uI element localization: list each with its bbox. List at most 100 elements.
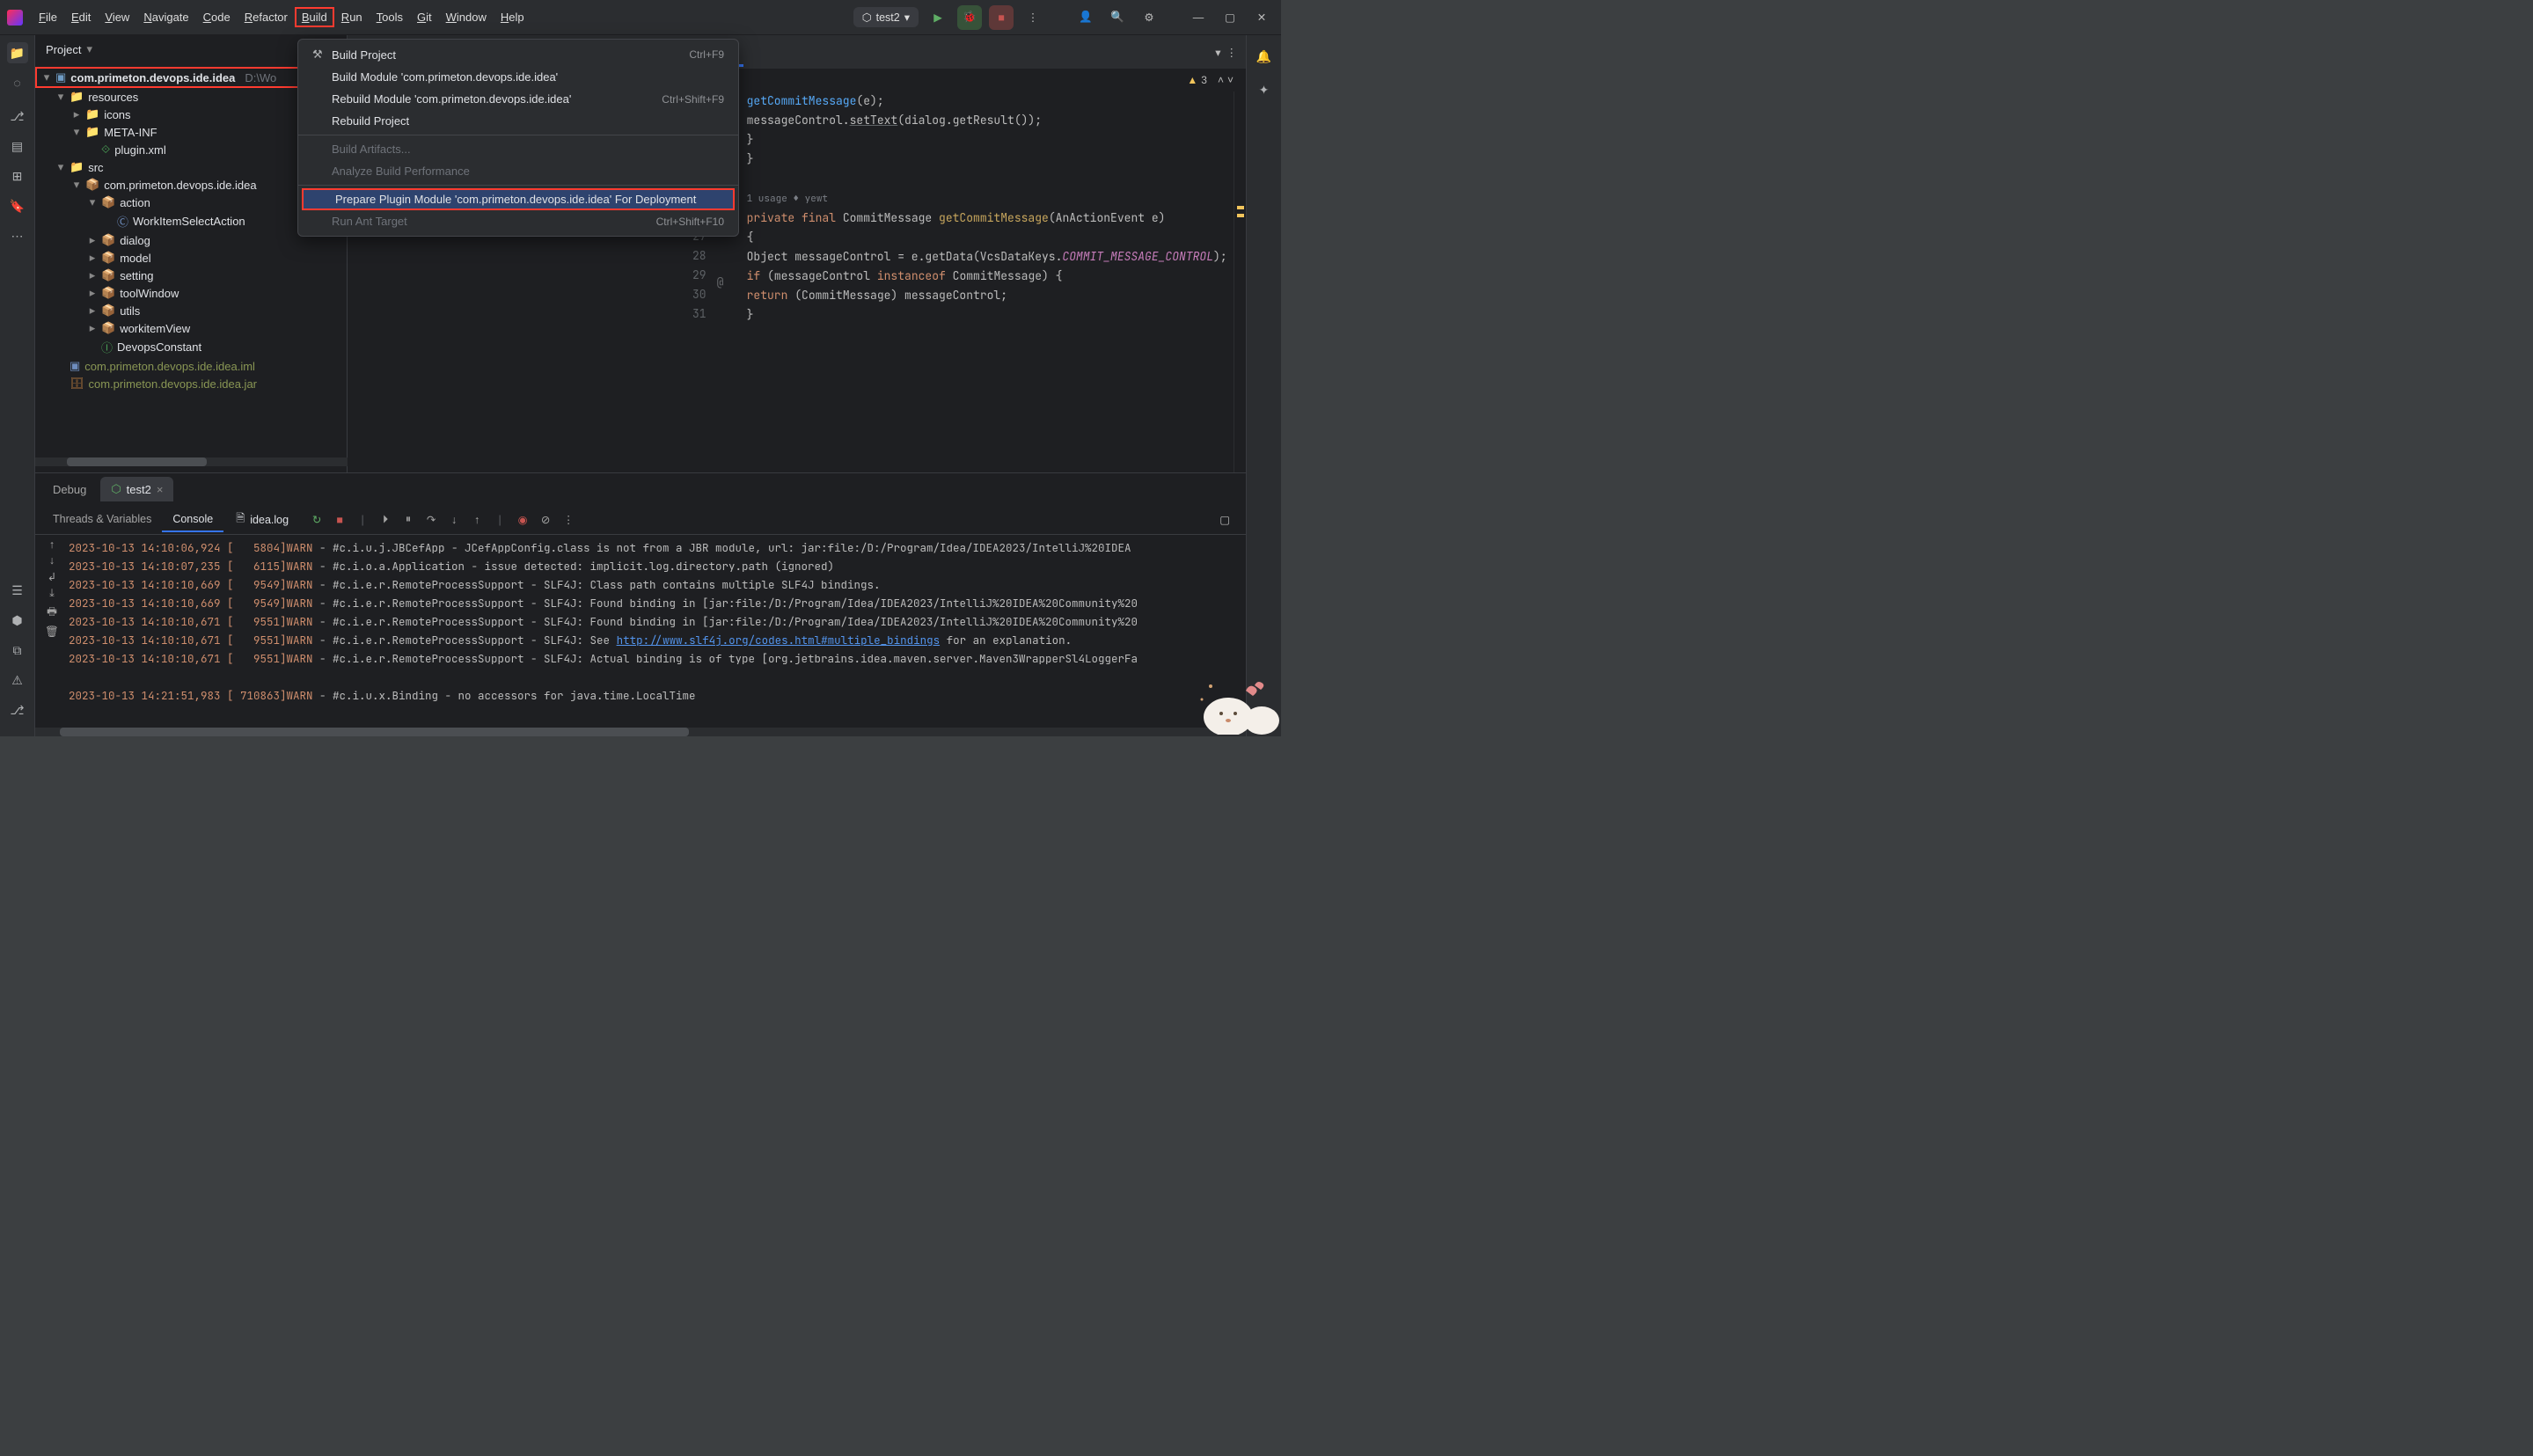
todo-tool-icon[interactable]: ☰ xyxy=(7,580,28,601)
tree-item[interactable]: ▸📦workitemView xyxy=(35,319,347,337)
database-tool-icon[interactable]: ⊞ xyxy=(7,165,28,187)
vcs-tool-icon[interactable]: ⎇ xyxy=(7,106,28,127)
editor-scrollbar[interactable] xyxy=(1234,91,1246,472)
expand-icon[interactable]: ▸ xyxy=(88,233,97,247)
menu-item[interactable]: Prepare Plugin Module 'com.primeton.devo… xyxy=(302,188,735,210)
resume-icon[interactable]: ⏵ xyxy=(377,511,394,529)
tree-item-label: action xyxy=(120,196,150,209)
commit-tool-icon[interactable]: ◌ xyxy=(7,72,28,93)
collaborate-icon[interactable]: 👤 xyxy=(1073,5,1098,30)
project-tool-icon[interactable]: 📁 xyxy=(7,42,28,63)
next-highlight-icon[interactable]: ˅ xyxy=(1227,74,1234,86)
step-into-icon[interactable]: ↓ xyxy=(445,511,463,529)
chevron-down-icon[interactable]: ▾ xyxy=(1215,46,1220,59)
menu-item[interactable]: ⚒Build ProjectCtrl+F9 xyxy=(298,43,738,66)
stop-button[interactable]: ■ xyxy=(989,5,1014,30)
step-over-icon[interactable]: ↷ xyxy=(422,511,440,529)
ai-assistant-tool-icon[interactable]: ✦ xyxy=(1254,79,1275,100)
clear-icon[interactable]: 🗑 xyxy=(45,626,59,639)
expand-icon[interactable]: ▾ xyxy=(72,178,81,192)
search-everywhere-button[interactable]: 🔍 xyxy=(1105,5,1130,30)
layout-settings-icon[interactable]: ▢ xyxy=(1219,513,1239,526)
print-icon[interactable]: 🖶 xyxy=(47,604,57,622)
stop-icon[interactable]: ■ xyxy=(331,511,348,529)
tab-options-icon[interactable]: ⋮ xyxy=(1226,46,1238,59)
menu-code[interactable]: Code xyxy=(196,7,238,27)
log-link[interactable]: http://www.slf4j.org/codes.html#multiple… xyxy=(617,631,941,649)
expand-icon[interactable]: ▾ xyxy=(56,160,65,174)
bookmarks-tool-icon[interactable]: 🔖 xyxy=(7,195,28,216)
expand-icon[interactable]: ▸ xyxy=(88,268,97,282)
view-breakpoints-icon[interactable]: ◉ xyxy=(514,511,531,529)
rerun-icon[interactable]: ↻ xyxy=(308,511,326,529)
step-out-icon[interactable]: ↑ xyxy=(468,511,486,529)
services-tool-icon[interactable]: ⬢ xyxy=(7,610,28,631)
settings-button[interactable]: ⚙ xyxy=(1137,5,1161,30)
more-tools-icon[interactable]: ⋯ xyxy=(7,225,28,246)
expand-icon[interactable]: ▸ xyxy=(88,304,97,318)
run-button[interactable]: ▶ xyxy=(926,5,950,30)
notifications-tool-icon[interactable]: 🔔 xyxy=(1254,46,1275,67)
debug-tab[interactable]: ⬡test2× xyxy=(100,477,173,501)
build-menu-dropdown[interactable]: ⚒Build ProjectCtrl+F9Build Module 'com.p… xyxy=(297,39,739,237)
project-horizontal-scrollbar[interactable] xyxy=(35,457,348,466)
tree-item[interactable]: ▸📦model xyxy=(35,249,347,267)
tree-item[interactable]: 🗄com.primeton.devops.ide.idea.jar xyxy=(35,375,347,392)
tree-item[interactable]: ▸📦utils xyxy=(35,302,347,319)
terminal-tool-icon[interactable]: ⧉ xyxy=(7,640,28,661)
debug-sub-tab[interactable]: Threads & Variables xyxy=(42,508,162,532)
run-config-selector[interactable]: ⬡ test2 ▾ xyxy=(853,7,919,27)
problems-tool-icon[interactable]: ⚠ xyxy=(7,669,28,691)
scroll-to-end-icon[interactable]: ⤓ xyxy=(49,587,55,600)
tree-item[interactable]: ▸📦setting xyxy=(35,267,347,284)
expand-icon[interactable]: ▸ xyxy=(88,251,97,265)
menu-file[interactable]: File xyxy=(32,7,64,27)
expand-icon[interactable]: ▾ xyxy=(42,70,51,84)
menu-run[interactable]: Run xyxy=(334,7,370,27)
menu-edit[interactable]: Edit xyxy=(64,7,98,27)
prev-highlight-icon[interactable]: ˄ xyxy=(1218,74,1224,86)
debug-tab[interactable]: Debug xyxy=(42,477,97,501)
menu-help[interactable]: Help xyxy=(494,7,531,27)
expand-icon[interactable]: ▾ xyxy=(88,195,97,209)
warnings-badge[interactable]: ▲ 3 ˄ ˅ xyxy=(1187,74,1234,86)
code[interactable]: getCommitMessage(e); messageControl.setT… xyxy=(738,91,1234,472)
mute-breakpoints-icon[interactable]: ⊘ xyxy=(537,511,554,529)
scroll-up-icon[interactable]: ↑ xyxy=(49,538,55,551)
expand-icon[interactable]: ▸ xyxy=(88,286,97,300)
menu-tools[interactable]: Tools xyxy=(370,7,410,27)
menu-refactor[interactable]: Refactor xyxy=(238,7,295,27)
log[interactable]: 2023-10-13 14:10:06,924 [ 5804] WARN - #… xyxy=(69,535,1246,728)
menu-build[interactable]: Build xyxy=(295,7,334,27)
menu-git[interactable]: Git xyxy=(410,7,439,27)
close-window-button[interactable]: ✕ xyxy=(1249,5,1274,30)
pause-icon[interactable]: ⏸ xyxy=(399,511,417,529)
menu-item[interactable]: Rebuild Module 'com.primeton.devops.ide.… xyxy=(298,88,738,110)
log-file-tab[interactable]: 🗎 idea.log xyxy=(227,510,297,529)
tree-item[interactable]: ▸📦toolWindow xyxy=(35,284,347,302)
expand-icon[interactable]: ▸ xyxy=(72,107,81,121)
close-tab-icon[interactable]: × xyxy=(157,483,164,496)
git-tool-icon[interactable]: ⎇ xyxy=(7,699,28,721)
structure-tool-icon[interactable]: ▤ xyxy=(7,135,28,157)
minimize-button[interactable]: — xyxy=(1186,5,1211,30)
more-debug-icon[interactable]: ⋮ xyxy=(560,511,577,529)
log-horizontal-scrollbar[interactable] xyxy=(35,728,1246,736)
expand-icon[interactable]: ▾ xyxy=(56,90,65,104)
scroll-down-icon[interactable]: ↓ xyxy=(49,554,55,567)
menu-item[interactable]: Build Module 'com.primeton.devops.ide.id… xyxy=(298,66,738,88)
soft-wrap-icon[interactable]: ↲ xyxy=(48,570,56,583)
debug-button[interactable]: 🐞 xyxy=(957,5,982,30)
tree-item-label: workitemView xyxy=(120,322,190,335)
tree-item[interactable]: ⒾDevopsConstant xyxy=(35,337,347,357)
maximize-button[interactable]: ▢ xyxy=(1218,5,1242,30)
debug-sub-tab[interactable]: Console xyxy=(162,508,223,532)
menu-window[interactable]: Window xyxy=(439,7,494,27)
more-actions-button[interactable]: ⋮ xyxy=(1021,5,1045,30)
tree-item[interactable]: ▣com.primeton.devops.ide.idea.iml xyxy=(35,357,347,375)
menu-view[interactable]: View xyxy=(98,7,136,27)
expand-icon[interactable]: ▾ xyxy=(72,125,81,139)
menu-navigate[interactable]: Navigate xyxy=(136,7,195,27)
expand-icon[interactable]: ▸ xyxy=(88,321,97,335)
menu-item[interactable]: Rebuild Project xyxy=(298,110,738,132)
